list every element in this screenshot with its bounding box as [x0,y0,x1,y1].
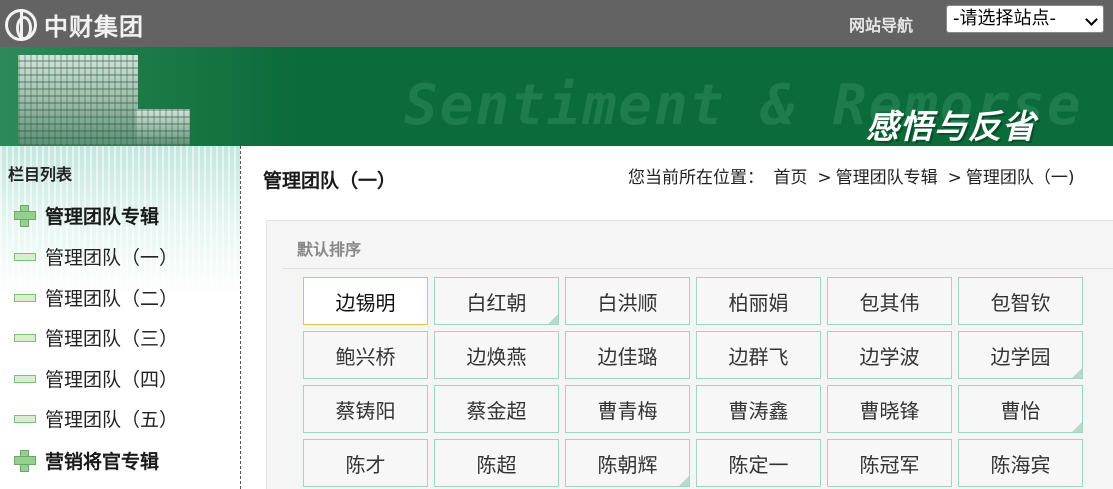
banner: Sentiment & Remorse 感悟与反省 [0,47,1113,146]
divider [283,268,1113,269]
sidebar-item-management-4[interactable]: 管理团队（四） [13,361,178,395]
page-title: 管理团队（一） [263,170,397,192]
sidebar-item-management-5[interactable]: 管理团队（五） [13,401,178,435]
name-button[interactable]: 陈海宾 [958,439,1083,487]
name-button[interactable]: 蔡铸阳 [303,385,428,433]
site-select[interactable]: -请选择站点- [946,5,1104,33]
logo-icon [5,8,37,41]
name-list-panel: 默认排序 边锡明 白红朝 白洪顺 柏丽娟 包其伟 包智钦鲍兴桥 边焕燕 边佳璐 边群飞 边学波 边学… [266,220,1113,489]
name-button[interactable]: 陈朝辉 [565,439,690,487]
plus-icon [13,449,36,472]
logo-text: 中财集团 [44,13,144,41]
sidebar-item-management-1[interactable]: 管理团队（一） [13,239,178,273]
name-button[interactable]: 蔡金超 [434,385,559,433]
building-image [18,55,138,146]
name-button[interactable]: 鲍兴桥 [303,331,428,379]
sidebar-item-label: 管理团队（四） [45,368,179,391]
name-button[interactable]: 曹晓锋 [827,385,952,433]
name-button[interactable]: 陈定一 [696,439,821,487]
name-button[interactable]: 陈才 [303,439,428,487]
name-button[interactable]: 包智钦 [958,277,1083,325]
sidebar-item-label: 管理团队（一） [45,246,179,269]
breadcrumb-separator: > [947,168,962,188]
sidebar-item-label: 管理团队（五） [45,408,179,431]
name-button[interactable]: 陈超 [434,439,559,487]
minus-icon [13,407,36,429]
building-image-small [135,109,190,146]
breadcrumb-current: 管理团队（一) [965,168,1075,188]
sidebar-item-management-3[interactable]: 管理团队（三） [13,320,178,354]
breadcrumb-separator: > [817,168,832,188]
breadcrumb-home-link[interactable]: 首页 [773,168,807,188]
top-bar: 中财集团 网站导航 -请选择站点- [0,0,1113,47]
minus-icon [13,326,36,348]
site-nav-label: 网站导航 [849,16,914,35]
banner-title: 感悟与反省 [866,107,1036,146]
name-button[interactable]: 包其伟 [827,277,952,325]
site-select-value: -请选择站点- [953,8,1056,29]
sidebar-item-management-album[interactable]: 管理团队专辑 [13,198,159,232]
sidebar-item-marketing-album[interactable]: 营销将官专辑 [13,443,159,477]
name-button[interactable]: 柏丽娟 [696,277,821,325]
name-button[interactable]: 边学波 [827,331,952,379]
name-button[interactable]: 边学园 [958,331,1083,379]
breadcrumb-prefix: 您当前所在位置： [628,168,764,188]
sidebar-item-label: 管理团队（二） [45,287,179,310]
name-button[interactable]: 边群飞 [696,331,821,379]
sidebar-item-label: 营销将官专辑 [45,450,160,473]
name-button[interactable]: 白洪顺 [565,277,690,325]
sort-default-link[interactable]: 默认排序 [297,236,361,260]
name-button[interactable]: 边锡明 [303,277,428,325]
name-button[interactable]: 曹涛鑫 [696,385,821,433]
minus-icon [13,245,36,267]
minus-icon [13,286,36,308]
name-button[interactable]: 陈冠军 [827,439,952,487]
sidebar: 栏目列表 管理团队专辑 管理团队（一） 管理团队（二） 管理团队（三） 管理团队… [0,146,241,489]
name-button[interactable]: 边焕燕 [434,331,559,379]
chevron-down-icon [1085,13,1098,26]
site-logo[interactable]: 中财集团 [5,7,144,42]
name-grid: 边锡明 白红朝 白洪顺 柏丽娟 包其伟 包智钦鲍兴桥 边焕燕 边佳璐 边群飞 边学波 边学园蔡铸阳蔡… [303,277,1083,487]
name-button[interactable]: 曹青梅 [565,385,690,433]
sidebar-item-management-2[interactable]: 管理团队（二） [13,280,178,314]
name-button[interactable]: 曹怡 [958,385,1083,433]
minus-icon [13,367,36,389]
name-button[interactable]: 白红朝 [434,277,559,325]
plus-icon [13,204,36,227]
breadcrumb-album-link[interactable]: 管理团队专辑 [836,168,938,188]
sidebar-item-label: 管理团队专辑 [45,205,160,228]
name-button[interactable]: 边佳璐 [565,331,690,379]
sidebar-title: 栏目列表 [8,165,73,184]
sidebar-item-label: 管理团队（三） [45,327,179,350]
breadcrumb: 您当前所在位置： 首页 > 管理团队专辑 > 管理团队（一) [628,163,1079,188]
